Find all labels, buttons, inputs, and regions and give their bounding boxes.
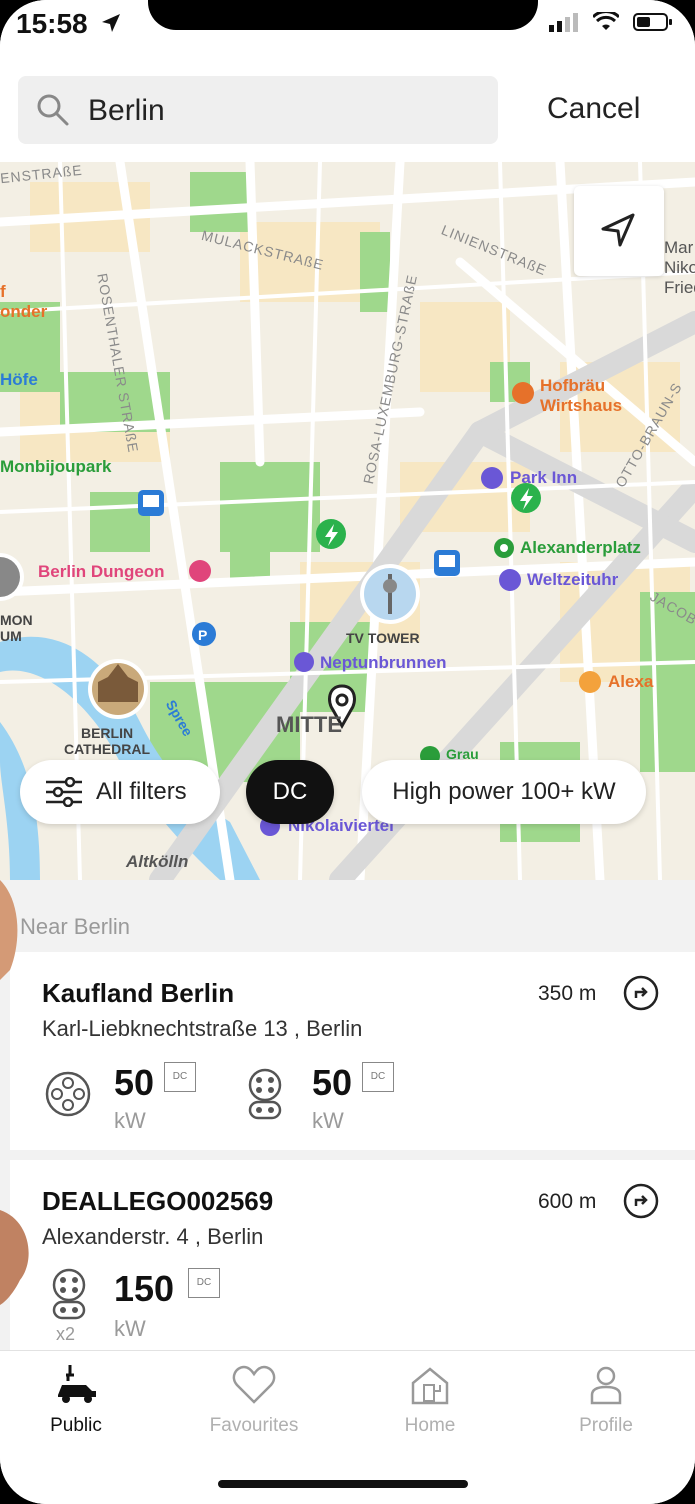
station-list[interactable]: Near Berlin Kaufland Berlin Karl-Liebkne… (0, 880, 695, 1350)
station-address: Alexanderstr. 4 , Berlin (42, 1224, 264, 1249)
map-label: Neptunbrunnen (320, 653, 447, 672)
charging-car-icon (58, 1365, 96, 1403)
search-value: Berlin (88, 94, 165, 127)
connector-power: 50 (114, 1062, 155, 1103)
tab-label: Public (50, 1415, 102, 1436)
ccs-connector-icon (248, 1068, 282, 1120)
notch (148, 0, 538, 30)
map-label: Hofbräu Wirtshaus (540, 376, 623, 415)
heart-icon (232, 1365, 276, 1404)
station-name: Kaufland Berlin (42, 978, 235, 1008)
search-input[interactable]: Berlin (18, 76, 498, 144)
connector-type-badge: DC (362, 1062, 394, 1092)
svg-text:P: P (198, 627, 207, 643)
map-label: Monbijoupark (0, 457, 112, 476)
search-bar: Berlin Cancel (0, 60, 695, 162)
connector-power: 50 (312, 1062, 353, 1103)
ccs-connector-icon (52, 1268, 86, 1320)
status-bar: 15:58 (0, 0, 695, 60)
map-view[interactable]: P ENSTRAßE MULACKSTRAßE ROSENTHALER STRA… (0, 162, 695, 880)
station-address: Karl-Liebknechtstraße 13 , Berlin (42, 1016, 363, 1041)
map-label: Berlin Dungeon (38, 562, 165, 581)
status-icons (549, 12, 673, 32)
connector-count: x2 (56, 1324, 76, 1344)
map-label: onder (0, 302, 48, 321)
signal-icon (549, 13, 578, 32)
connector-unit: kW (114, 1316, 146, 1341)
filter-chip-label: DC (272, 778, 308, 805)
map-label: MON UM (0, 612, 33, 644)
wifi-icon (593, 12, 619, 30)
person-icon (590, 1366, 622, 1405)
map-label: BERLIN CATHEDRAL (64, 725, 151, 757)
connector-type-badge: DC (164, 1062, 196, 1092)
connector-unit: kW (114, 1108, 146, 1133)
all-filters-label: All filters (96, 778, 187, 805)
map-label: f (0, 282, 6, 301)
directions-icon[interactable] (622, 974, 660, 1012)
tab-favourites[interactable]: Favourites (184, 1351, 324, 1461)
location-arrow-icon (102, 14, 120, 32)
app-screen: 15:58 Berlin Cancel P ENSTRAßE MULACKSTR… (0, 0, 695, 1504)
connector-unit: kW (312, 1108, 344, 1133)
cancel-button[interactable]: Cancel (547, 92, 640, 126)
filter-chip-label: High power 100+ kW (392, 778, 616, 805)
tab-profile[interactable]: Profile (536, 1351, 676, 1461)
status-time: 15:58 (16, 8, 88, 39)
home-indicator (218, 1480, 468, 1488)
station-distance: 350 m (538, 982, 597, 1005)
tab-label: Favourites (209, 1415, 299, 1436)
navigation-arrow-icon (601, 213, 635, 247)
filter-chip-high-power[interactable]: High power 100+ kW (362, 760, 646, 824)
directions-icon[interactable] (622, 1182, 660, 1220)
tab-home[interactable]: Home (360, 1351, 500, 1461)
tab-public[interactable]: Public (6, 1351, 146, 1461)
station-card[interactable]: DEALLEGO002569 Alexanderstr. 4 , Berlin … (10, 1160, 695, 1350)
map-label: TV TOWER (346, 630, 420, 646)
tab-label: Profile (579, 1415, 633, 1436)
station-distance: 600 m (538, 1190, 597, 1213)
battery-icon (633, 13, 672, 31)
recenter-location-button[interactable] (574, 186, 664, 276)
home-charger-icon (411, 1367, 449, 1405)
search-icon (37, 94, 69, 126)
connector-power: 150 (114, 1268, 175, 1309)
map-label: Höfe (0, 370, 38, 389)
connector-type-badge: DC (188, 1268, 220, 1298)
map-label: Weltzeituhr (527, 570, 619, 589)
station-name: DEALLEGO002569 (42, 1186, 274, 1216)
sliders-icon (46, 777, 82, 807)
filter-chip-dc[interactable]: DC (246, 760, 334, 824)
map-label: Altkölln (126, 852, 189, 871)
map-label: Park Inn (510, 468, 578, 487)
map-label: Mar Niko Friedho (664, 238, 695, 297)
map-label: Alexanderplatz (520, 538, 641, 557)
station-card[interactable]: Kaufland Berlin Karl-Liebknechtstraße 13… (10, 952, 695, 1150)
map-label: Alexa (608, 672, 654, 691)
all-filters-button[interactable]: All filters (20, 760, 220, 824)
map-label: MITTE (276, 712, 342, 737)
chademo-connector-icon (45, 1071, 91, 1117)
tab-label: Home (404, 1415, 456, 1436)
